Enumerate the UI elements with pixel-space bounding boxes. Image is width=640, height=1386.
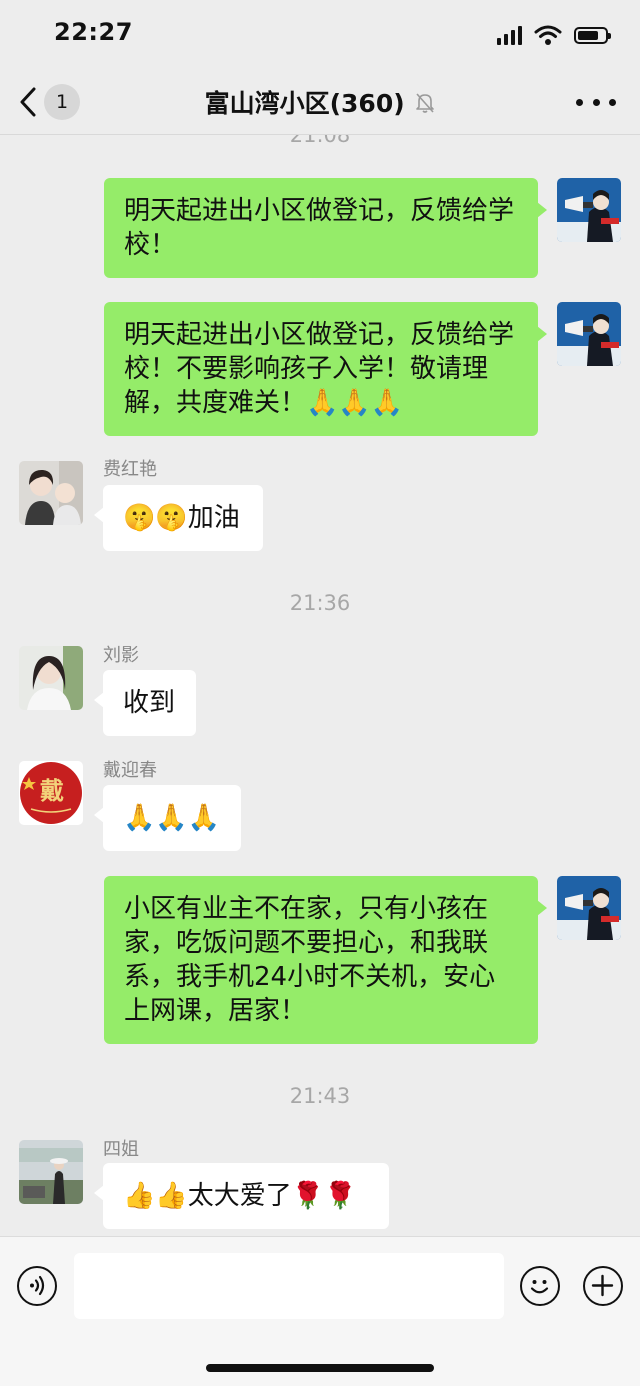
message-bubble[interactable]: 👍👍太大爱了🌹🌹	[94, 1163, 389, 1229]
chat-header: 1 富山湾小区(360)	[0, 70, 640, 135]
wifi-icon	[534, 25, 562, 45]
bell-muted-icon	[416, 93, 435, 113]
sender-name: 四姐	[103, 1139, 139, 1160]
status-time: 22:27	[54, 18, 133, 46]
sender-name: 戴迎春	[103, 760, 157, 781]
avatar[interactable]	[19, 646, 83, 710]
message-text: 收到	[123, 688, 176, 718]
avatar-self[interactable]	[557, 876, 621, 940]
voice-icon	[30, 1275, 45, 1296]
avatar[interactable]	[19, 461, 83, 525]
message-text: 👍👍太大爱了🌹🌹	[123, 1181, 357, 1211]
sender-name: 刘影	[103, 645, 139, 666]
status-bar: 22:27	[0, 0, 640, 70]
voice-button[interactable]	[17, 1266, 57, 1306]
timestamp: 21:36	[289, 591, 351, 615]
plus-icon	[591, 1274, 614, 1297]
battery-icon	[574, 26, 611, 44]
message-input[interactable]	[74, 1253, 504, 1319]
home-indicator	[206, 1364, 434, 1372]
message-text: 🙏🙏🙏	[123, 803, 221, 833]
message-bubble[interactable]: 收到	[94, 670, 196, 736]
timestamp: 21:08	[289, 135, 351, 147]
message-text: 明天起进出小区做登记，反馈给学校！不要影响孩子入学！敬请理解，共度难关！🙏🙏🙏	[124, 320, 515, 418]
avatar-self[interactable]	[557, 302, 621, 366]
timestamp: 21:43	[289, 1084, 351, 1108]
message-text: 小区有业主不在家，只有小孩在家，吃饭问题不要担心，和我联系，我手机24小时不关机…	[124, 894, 496, 1026]
message-bubble[interactable]: 小区有业主不在家，只有小孩在家，吃饭问题不要担心，和我联系，我手机24小时不关机…	[104, 876, 547, 1044]
message-text: 🤫🤫加油	[123, 503, 240, 533]
more-dots-icon[interactable]	[576, 88, 616, 116]
message-bubble[interactable]: 🤫🤫加油	[94, 485, 263, 551]
avatar-text: 戴	[40, 776, 64, 805]
avatar-self[interactable]	[557, 178, 621, 242]
sender-name: 费红艳	[103, 459, 157, 480]
message-bubble[interactable]: 明天起进出小区做登记，反馈给学校！	[104, 178, 547, 278]
message-bubble[interactable]: 🙏🙏🙏	[94, 785, 241, 851]
chat-title[interactable]: 富山湾小区(360)	[0, 84, 640, 120]
message-bubble[interactable]: 明天起进出小区做登记，反馈给学校！不要影响孩子入学！敬请理解，共度难关！🙏🙏🙏	[104, 302, 547, 436]
add-button[interactable]	[583, 1266, 623, 1306]
emoji-button[interactable]	[520, 1266, 560, 1306]
avatar[interactable]	[19, 1140, 83, 1204]
chat-message-list[interactable]: 21:08 明天起进出小区做登记，反馈给学校！ 明天起进出小区做登记，反馈给学校…	[0, 135, 640, 1235]
emoji-icon	[530, 1280, 549, 1294]
chat-title-text: 富山湾小区(360)	[204, 89, 405, 118]
signal-icon	[497, 25, 522, 45]
message-text: 明天起进出小区做登记，反馈给学校！	[124, 196, 515, 260]
avatar[interactable]: 戴	[19, 761, 83, 825]
status-icons	[497, 22, 611, 48]
